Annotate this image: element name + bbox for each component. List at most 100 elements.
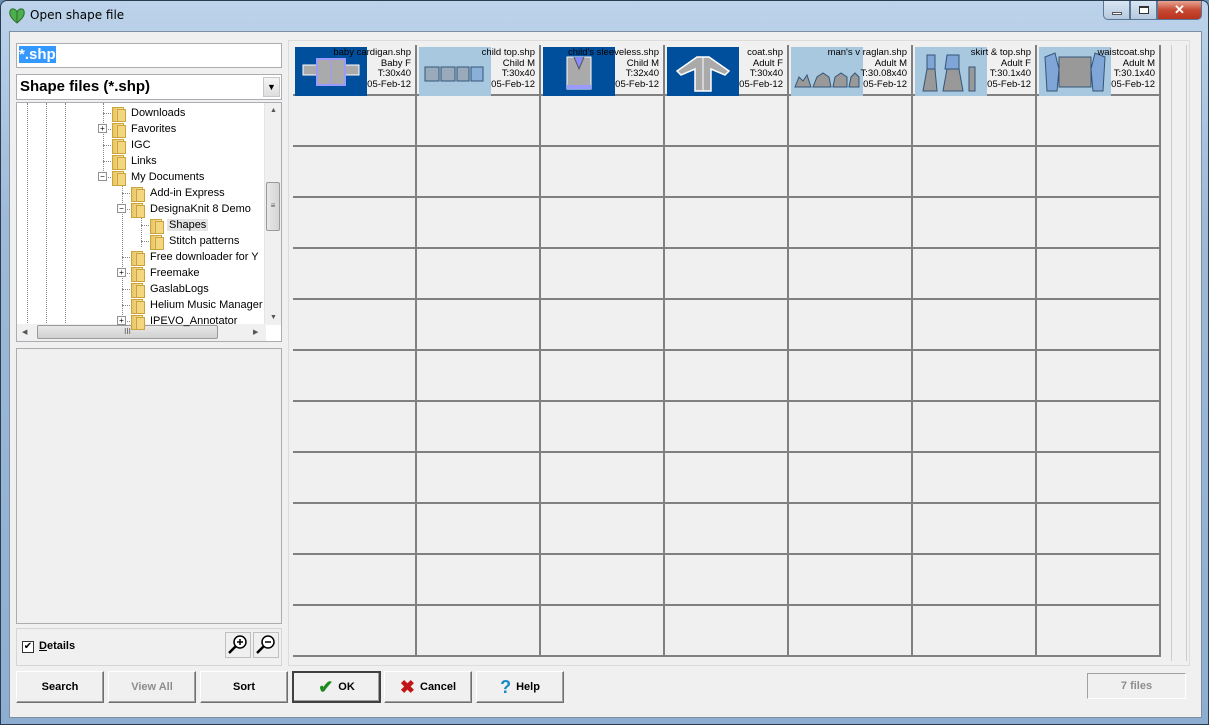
- tree-item[interactable]: IGC: [111, 137, 153, 154]
- grid-cell[interactable]: [417, 606, 541, 657]
- details-checkbox[interactable]: ✔: [22, 641, 34, 653]
- grid-cell[interactable]: [293, 147, 417, 198]
- grid-cell[interactable]: [417, 249, 541, 300]
- grid-cell[interactable]: [1037, 453, 1161, 504]
- grid-cell[interactable]: [293, 96, 417, 147]
- search-button[interactable]: Search: [16, 671, 104, 703]
- tree-item[interactable]: Stitch patterns: [149, 233, 241, 250]
- grid-cell[interactable]: [913, 504, 1037, 555]
- grid-cell[interactable]: [541, 402, 665, 453]
- grid-cell[interactable]: [1037, 402, 1161, 453]
- tree-item[interactable]: GaslabLogs: [130, 281, 211, 298]
- grid-cell[interactable]: [665, 351, 789, 402]
- close-button[interactable]: ✕: [1157, 1, 1202, 20]
- file-thumbnail[interactable]: man's v raglan.shp Adult M T:30.08x40 05-Fe…: [791, 47, 911, 96]
- grid-cell[interactable]: [665, 300, 789, 351]
- grid-cell[interactable]: [1037, 96, 1161, 147]
- grid-cell[interactable]: [293, 606, 417, 657]
- grid-cell[interactable]: [417, 504, 541, 555]
- grid-cell[interactable]: [417, 555, 541, 606]
- grid-cell[interactable]: [541, 504, 665, 555]
- file-thumbnail[interactable]: baby cardigan.shp Baby F T:30x40 05-Feb-12: [295, 47, 415, 96]
- help-button[interactable]: ? Help: [476, 671, 564, 703]
- grid-vertical-scrollbar[interactable]: [1171, 45, 1187, 661]
- grid-cell[interactable]: [913, 453, 1037, 504]
- ok-button[interactable]: ✔ OK: [292, 671, 381, 703]
- expand-icon[interactable]: +: [117, 268, 126, 277]
- zoom-in-button[interactable]: [225, 632, 251, 658]
- grid-cell[interactable]: [541, 96, 665, 147]
- tree-item[interactable]: Favorites: [111, 121, 178, 138]
- grid-cell[interactable]: [665, 402, 789, 453]
- grid-cell[interactable]: [913, 606, 1037, 657]
- grid-cell[interactable]: [293, 351, 417, 402]
- collapse-icon[interactable]: −: [98, 172, 107, 181]
- file-thumbnail[interactable]: skirt & top.shp Adult F T:30.1x40 05-Feb-12: [915, 47, 1035, 96]
- grid-cell[interactable]: [541, 606, 665, 657]
- grid-cell[interactable]: [789, 555, 913, 606]
- grid-cell[interactable]: [913, 402, 1037, 453]
- tree-item[interactable]: Helium Music Manager: [130, 297, 264, 314]
- tree-item[interactable]: Free downloader for Y: [130, 249, 261, 266]
- grid-cell[interactable]: [1037, 147, 1161, 198]
- grid-cell[interactable]: [1037, 300, 1161, 351]
- grid-cell[interactable]: [417, 402, 541, 453]
- scroll-down-icon[interactable]: ▼: [270, 314, 277, 321]
- grid-cell[interactable]: [665, 147, 789, 198]
- tree-item[interactable]: DesignaKnit 8 Demo: [130, 201, 253, 218]
- grid-cell[interactable]: [1037, 504, 1161, 555]
- grid-cell[interactable]: [665, 198, 789, 249]
- minimize-button[interactable]: [1103, 1, 1130, 20]
- grid-cell[interactable]: [293, 300, 417, 351]
- grid-cell[interactable]: [789, 198, 913, 249]
- grid-cell[interactable]: [789, 147, 913, 198]
- grid-cell[interactable]: [913, 300, 1037, 351]
- grid-cell[interactable]: [913, 249, 1037, 300]
- tree-item[interactable]: IPEVO_Annotator: [130, 313, 239, 330]
- tree-item[interactable]: Links: [111, 153, 159, 170]
- grid-cell[interactable]: [541, 249, 665, 300]
- expand-icon[interactable]: +: [117, 316, 126, 325]
- grid-cell[interactable]: [665, 249, 789, 300]
- grid-cell[interactable]: [665, 96, 789, 147]
- grid-cell[interactable]: [293, 249, 417, 300]
- grid-cell[interactable]: [1037, 555, 1161, 606]
- tree-vertical-scrollbar[interactable]: ▲ ≡ ▼: [264, 103, 281, 325]
- sort-button[interactable]: Sort: [200, 671, 288, 703]
- grid-cell[interactable]: [913, 555, 1037, 606]
- file-name-input[interactable]: *.shp: [16, 43, 282, 68]
- grid-cell[interactable]: [789, 300, 913, 351]
- grid-cell[interactable]: [293, 453, 417, 504]
- grid-cell[interactable]: [417, 147, 541, 198]
- grid-cell[interactable]: [541, 555, 665, 606]
- grid-cell[interactable]: [913, 96, 1037, 147]
- file-thumbnail[interactable]: child top.shp Child M T:30x40 05-Feb-12: [419, 47, 539, 96]
- scroll-left-icon[interactable]: ◀: [22, 328, 27, 336]
- grid-cell[interactable]: [541, 351, 665, 402]
- grid-cell[interactable]: [417, 351, 541, 402]
- maximize-button[interactable]: [1130, 1, 1157, 20]
- collapse-icon[interactable]: −: [117, 204, 126, 213]
- grid-cell[interactable]: [789, 351, 913, 402]
- tree-item[interactable]: Add-in Express: [130, 185, 227, 202]
- grid-cell[interactable]: [789, 249, 913, 300]
- grid-cell[interactable]: [913, 351, 1037, 402]
- grid-cell[interactable]: [541, 198, 665, 249]
- file-thumbnail[interactable]: coat.shp Adult F T:30x40 05-Feb-12: [667, 47, 787, 96]
- details-label[interactable]: Details: [39, 640, 75, 652]
- grid-cell[interactable]: [417, 300, 541, 351]
- grid-cell[interactable]: [913, 198, 1037, 249]
- grid-cell[interactable]: [293, 555, 417, 606]
- cancel-button[interactable]: ✖ Cancel: [384, 671, 472, 703]
- scroll-right-icon[interactable]: ▶: [253, 328, 258, 336]
- grid-cell[interactable]: [541, 453, 665, 504]
- tree-item[interactable]: Shapes: [149, 217, 209, 234]
- grid-cell[interactable]: [417, 453, 541, 504]
- tree-vscroll-thumb[interactable]: ≡: [266, 182, 280, 231]
- dropdown-arrow-icon[interactable]: ▼: [263, 77, 280, 97]
- grid-cell[interactable]: [1037, 351, 1161, 402]
- grid-cell[interactable]: [665, 504, 789, 555]
- file-type-select[interactable]: Shape files (*.shp) ▼: [16, 74, 282, 100]
- grid-cell[interactable]: [293, 504, 417, 555]
- view-all-button[interactable]: View All: [108, 671, 196, 703]
